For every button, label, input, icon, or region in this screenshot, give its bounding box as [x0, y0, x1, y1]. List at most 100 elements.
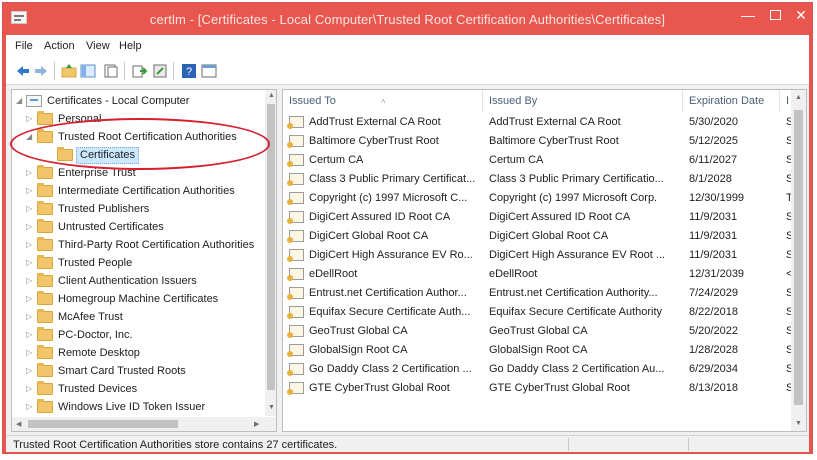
tree-item[interactable]: ▷ Windows Live ID Token Issuer — [12, 399, 262, 417]
cell-issued-by: eDellRoot — [489, 268, 538, 280]
scroll-up-arrow-icon[interactable]: ▲ — [795, 94, 802, 101]
expand-arrow-icon[interactable]: ▷ — [26, 384, 34, 393]
table-row[interactable]: GeoTrust Global CA GeoTrust Global CA 5/… — [283, 322, 793, 341]
cell-issued-to: AddTrust External CA Root — [309, 116, 441, 128]
expand-arrow-icon[interactable]: ▷ — [26, 186, 34, 195]
tree-item[interactable]: ▷ Remote Desktop — [12, 345, 262, 363]
tree-item[interactable]: ▷ Trusted Publishers — [12, 201, 262, 219]
export-list-icon[interactable] — [132, 63, 148, 79]
expand-arrow-icon[interactable]: ▷ — [26, 222, 34, 231]
table-row[interactable]: Class 3 Public Primary Certificat... Cla… — [283, 170, 793, 189]
table-row[interactable]: eDellRoot eDellRoot 12/31/2039 < — [283, 265, 793, 284]
tree-item[interactable]: ▷ Smart Card Trusted Roots — [12, 363, 262, 381]
cell-issued-by: DigiCert Assured ID Root CA — [489, 211, 631, 223]
cell-expiration: 12/31/2039 — [689, 268, 745, 280]
forward-arrow-icon[interactable] — [33, 63, 49, 79]
toolbar-separator — [173, 62, 174, 80]
tree-item-label: Intermediate Certification Authorities — [58, 185, 235, 197]
scroll-up-arrow-icon[interactable]: ▲ — [268, 92, 275, 99]
column-header-issued-by[interactable]: Issued By — [483, 90, 683, 112]
folder-icon — [37, 237, 53, 251]
show-hide-tree-icon[interactable] — [80, 63, 96, 79]
certificate-list[interactable]: Issued To ˄ Issued By Expiration Date I … — [282, 89, 807, 432]
cell-issued-to: DigiCert High Assurance EV Ro... — [309, 249, 473, 261]
tree-item[interactable]: ▷ Third-Party Root Certification Authori… — [12, 237, 262, 255]
column-header-issued-to[interactable]: Issued To ˄ — [283, 90, 483, 112]
expand-arrow-icon[interactable]: ▷ — [26, 204, 34, 213]
back-arrow-icon[interactable] — [15, 63, 31, 79]
tree-item[interactable]: ▷ Homegroup Machine Certificates — [12, 291, 262, 309]
expand-arrow-icon[interactable]: ▷ — [26, 258, 34, 267]
column-header-expiration[interactable]: Expiration Date — [683, 90, 780, 112]
expand-arrow-icon[interactable]: ▷ — [26, 330, 34, 339]
scroll-right-arrow-icon[interactable]: ▶ — [254, 420, 259, 428]
expand-arrow-icon[interactable]: ▷ — [26, 168, 34, 177]
table-row[interactable]: Certum CA Certum CA 6/11/2027 S — [283, 151, 793, 170]
tree-item-label: Third-Party Root Certification Authoriti… — [58, 239, 255, 251]
tree-item-label: McAfee Trust — [58, 311, 123, 323]
cell-issued-to: GlobalSign Root CA — [309, 344, 408, 356]
tree-item-label: Windows Live ID Token Issuer — [58, 401, 206, 413]
menu-view[interactable]: View — [86, 40, 110, 52]
scroll-down-arrow-icon[interactable]: ▼ — [268, 404, 275, 411]
console-view-icon[interactable] — [201, 63, 217, 79]
table-row[interactable]: Go Daddy Class 2 Certification ... Go Da… — [283, 360, 793, 379]
tree-item-label: Homegroup Machine Certificates — [58, 293, 219, 305]
menu-file[interactable]: File — [15, 40, 33, 52]
table-row[interactable]: Copyright (c) 1997 Microsoft C... Copyri… — [283, 189, 793, 208]
menu-help[interactable]: Help — [119, 40, 142, 52]
computer-certificates-icon — [26, 95, 42, 107]
copy-icon[interactable] — [103, 63, 119, 79]
expand-arrow-icon[interactable]: ▷ — [26, 366, 34, 375]
expand-arrow-icon[interactable]: ▷ — [26, 276, 34, 285]
menu-action[interactable]: Action — [44, 40, 75, 52]
tree-horizontal-scroll-thumb[interactable] — [28, 420, 178, 428]
list-vertical-scrollbar[interactable]: ▲ ▼ — [791, 90, 806, 431]
collapse-arrow-icon[interactable]: ◢ — [16, 96, 24, 105]
tree-item[interactable]: ▷ Untrusted Certificates — [12, 219, 262, 237]
folder-up-icon[interactable] — [61, 63, 77, 79]
table-row[interactable]: DigiCert Global Root CA DigiCert Global … — [283, 227, 793, 246]
expand-arrow-icon[interactable]: ▷ — [26, 114, 34, 123]
tree-item-label: Trusted Publishers — [58, 203, 150, 215]
expand-arrow-icon[interactable]: ▷ — [26, 312, 34, 321]
tree-item-label: Trusted People — [58, 257, 133, 269]
certificate-icon — [287, 382, 304, 395]
help-icon[interactable]: ? — [181, 63, 197, 79]
window-title: certlm - [Certificates - Local Computer\… — [149, 12, 666, 27]
table-row[interactable]: Baltimore CyberTrust Root Baltimore Cybe… — [283, 132, 793, 151]
cell-expiration: 5/30/2020 — [689, 116, 738, 128]
tree-item[interactable]: ▷ McAfee Trust — [12, 309, 262, 327]
properties-icon[interactable] — [152, 63, 168, 79]
close-button[interactable]: ✕ — [784, 3, 817, 29]
expand-arrow-icon[interactable]: ▷ — [26, 402, 34, 411]
tree-item[interactable]: ▷ PC-Doctor, Inc. — [12, 327, 262, 345]
table-row[interactable]: GTE CyberTrust Global Root GTE CyberTrus… — [283, 379, 793, 398]
tree-item[interactable]: ▷ Intermediate Certification Authorities — [12, 183, 262, 201]
column-label: Issued By — [489, 95, 538, 107]
expand-arrow-icon[interactable]: ▷ — [26, 294, 34, 303]
tree-root-item[interactable]: ◢ Certificates - Local Computer — [12, 93, 262, 111]
scroll-down-arrow-icon[interactable]: ▼ — [795, 420, 802, 427]
cell-issued-by: Go Daddy Class 2 Certification Au... — [489, 363, 665, 375]
table-row[interactable]: AddTrust External CA Root AddTrust Exter… — [283, 113, 793, 132]
table-row[interactable]: GlobalSign Root CA GlobalSign Root CA 1/… — [283, 341, 793, 360]
list-vertical-scroll-thumb[interactable] — [794, 110, 803, 405]
expand-arrow-icon[interactable]: ▷ — [26, 240, 34, 249]
tree-item[interactable]: ▷ Trusted People — [12, 255, 262, 273]
title-bar[interactable]: certlm - [Certificates - Local Computer\… — [3, 3, 812, 35]
tree-item[interactable]: ▷ Trusted Devices — [12, 381, 262, 399]
table-row[interactable]: Equifax Secure Certificate Auth... Equif… — [283, 303, 793, 322]
cell-issued-to: GTE CyberTrust Global Root — [309, 382, 450, 394]
cell-expiration: 8/22/2018 — [689, 306, 738, 318]
scroll-left-arrow-icon[interactable]: ◀ — [16, 420, 21, 428]
tree-item[interactable]: ▷ Client Authentication Issuers — [12, 273, 262, 291]
table-row[interactable]: DigiCert High Assurance EV Ro... DigiCer… — [283, 246, 793, 265]
tree-horizontal-scrollbar[interactable]: ◀ ▶ — [12, 417, 276, 431]
table-row[interactable]: Entrust.net Certification Author... Entr… — [283, 284, 793, 303]
tree-item-label: Smart Card Trusted Roots — [58, 365, 186, 377]
cell-issued-to: DigiCert Global Root CA — [309, 230, 429, 242]
expand-arrow-icon[interactable]: ▷ — [26, 348, 34, 357]
table-row[interactable]: DigiCert Assured ID Root CA DigiCert Ass… — [283, 208, 793, 227]
certificate-icon — [287, 344, 304, 357]
